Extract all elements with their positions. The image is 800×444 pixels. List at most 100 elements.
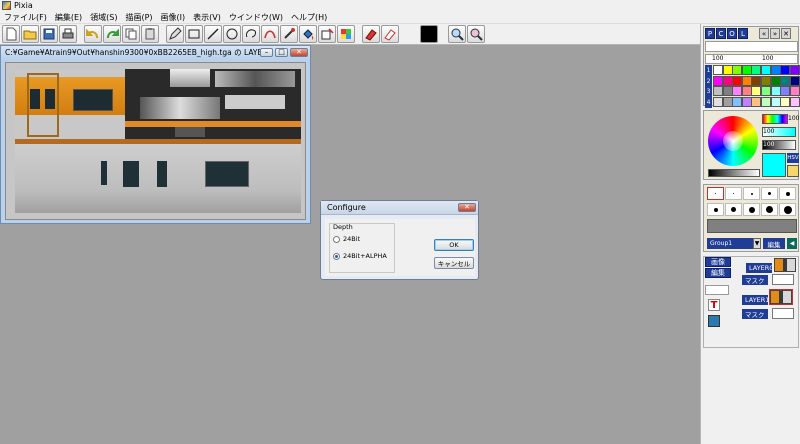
menu-image[interactable]: 画像(I) <box>161 12 186 23</box>
brush-group-select[interactable]: Group1 <box>707 238 753 249</box>
new-icon[interactable] <box>2 25 20 43</box>
layer1-mask-thumb[interactable] <box>772 308 794 319</box>
menu-window[interactable]: ウインドウ(W) <box>229 12 283 23</box>
save-icon[interactable] <box>40 25 58 43</box>
color-swatch[interactable] <box>722 96 733 107</box>
image-tab[interactable]: 画像 <box>705 257 731 267</box>
color-swatch[interactable] <box>789 75 800 86</box>
copy-icon[interactable] <box>122 25 140 43</box>
lasso-icon[interactable] <box>242 25 260 43</box>
brush-tip[interactable] <box>725 187 742 200</box>
ok-button[interactable]: OK <box>434 239 474 251</box>
brush-tip[interactable] <box>743 187 760 200</box>
layer0-name[interactable]: LAYER0 <box>746 263 773 273</box>
size-value-2[interactable]: 100 <box>762 55 773 62</box>
brush-tip[interactable] <box>743 203 760 216</box>
color-swatch[interactable] <box>770 96 781 107</box>
color-swatch[interactable] <box>770 75 781 86</box>
hue-slider[interactable] <box>762 114 788 124</box>
color-swatch[interactable] <box>713 86 723 96</box>
size-value-1[interactable]: 100 <box>712 55 723 62</box>
color-swatch[interactable] <box>751 86 762 96</box>
menu-view[interactable]: 表示(V) <box>193 12 221 23</box>
redo-icon[interactable] <box>103 25 121 43</box>
hue-wheel[interactable] <box>708 116 758 166</box>
value-slider[interactable]: 100 <box>762 140 796 150</box>
brush-tip[interactable] <box>761 187 778 200</box>
layer1-name[interactable]: LAYER1 <box>742 295 769 305</box>
saturation-slider[interactable]: 100 <box>762 127 796 137</box>
brush-tip[interactable] <box>707 203 724 216</box>
color-swatch[interactable] <box>761 86 771 96</box>
chevron-down-icon[interactable]: ▼ <box>753 238 761 249</box>
color-swatch[interactable] <box>770 86 781 96</box>
color-swatch[interactable] <box>780 65 791 75</box>
radio-24bit-alpha[interactable]: 24Bit+ALPHA <box>333 252 387 260</box>
palette-tab-c[interactable]: C <box>716 28 726 39</box>
mosaic-icon[interactable] <box>337 25 355 43</box>
color-swatch[interactable] <box>741 96 752 107</box>
tool-shape-row[interactable] <box>705 41 798 52</box>
color-palette-grid[interactable]: 1234 <box>704 65 800 108</box>
brush-edit-button[interactable]: 編集 <box>763 238 785 249</box>
dialog-titlebar[interactable]: Configure ✕ <box>321 201 478 215</box>
line-icon[interactable] <box>204 25 222 43</box>
color-swatch[interactable] <box>741 86 752 96</box>
layer0-mask[interactable]: マスク <box>742 275 768 285</box>
arrow-left-icon[interactable]: ◀ <box>787 238 797 249</box>
layer-blank-field[interactable] <box>705 285 729 295</box>
palette-row-label[interactable]: 2 <box>705 75 712 87</box>
color-swatch[interactable] <box>713 75 723 86</box>
color-swatch[interactable] <box>722 86 733 96</box>
color-swatch[interactable] <box>732 86 743 96</box>
layer0-mask-thumb[interactable] <box>772 274 794 285</box>
folder-icon[interactable] <box>787 165 799 177</box>
brush-tip[interactable] <box>761 203 778 216</box>
color-swatch[interactable] <box>789 96 800 107</box>
palette-back-icon[interactable]: « <box>759 28 769 39</box>
color-swatch[interactable] <box>780 96 791 107</box>
radio-selected-icon[interactable] <box>333 252 340 260</box>
palette-row-label[interactable]: 1 <box>705 65 712 76</box>
color-swatch[interactable] <box>761 75 771 86</box>
color-swatch[interactable] <box>770 65 781 75</box>
open-icon[interactable] <box>21 25 39 43</box>
pen-icon[interactable] <box>166 25 184 43</box>
canvas-area[interactable] <box>5 62 306 220</box>
color-swatch[interactable] <box>722 75 733 86</box>
color-swatch[interactable] <box>761 96 771 107</box>
undo-icon[interactable] <box>84 25 102 43</box>
palette-tab-p[interactable]: P <box>705 28 715 39</box>
color-swatch-icon[interactable] <box>420 25 438 43</box>
document-titlebar[interactable]: C:¥Game¥Atrain9¥Out¥hanshin9300¥0xBB2265… <box>1 46 310 59</box>
brush-tip[interactable] <box>779 187 796 200</box>
color-swatch[interactable] <box>780 86 791 96</box>
magic-wand-icon[interactable] <box>280 25 298 43</box>
color-swatch[interactable] <box>751 65 762 75</box>
layer-edit-tab[interactable]: 編集 <box>705 268 731 278</box>
eraser-red-icon[interactable] <box>362 25 380 43</box>
palette-close-icon[interactable]: ✕ <box>781 28 791 39</box>
layer1-thumbnail[interactable] <box>770 290 792 304</box>
cancel-button[interactable]: キャンセル <box>434 257 474 269</box>
fill-icon[interactable] <box>299 25 317 43</box>
brush-tip[interactable] <box>707 187 724 200</box>
brush-tip[interactable] <box>725 203 742 216</box>
color-swatch[interactable] <box>789 65 800 75</box>
text-tool-icon[interactable]: T <box>708 299 720 311</box>
zoom-out-icon[interactable] <box>467 25 485 43</box>
gray-ramp[interactable] <box>708 169 760 177</box>
dialog-close-button[interactable]: ✕ <box>458 203 476 212</box>
brush-tip[interactable] <box>779 203 796 216</box>
color-swatch[interactable] <box>761 65 771 75</box>
minimize-button[interactable]: – <box>260 48 273 57</box>
color-swatch[interactable] <box>732 65 743 75</box>
palette-tab-l[interactable]: L <box>738 28 748 39</box>
color-swatch[interactable] <box>741 65 752 75</box>
color-swatch[interactable] <box>713 96 723 107</box>
zoom-in-icon[interactable] <box>448 25 466 43</box>
color-swatch[interactable] <box>789 86 800 96</box>
close-button[interactable]: ✕ <box>290 48 308 57</box>
radio-24bit[interactable]: 24Bit <box>333 235 360 243</box>
color-swatch[interactable] <box>732 75 743 86</box>
